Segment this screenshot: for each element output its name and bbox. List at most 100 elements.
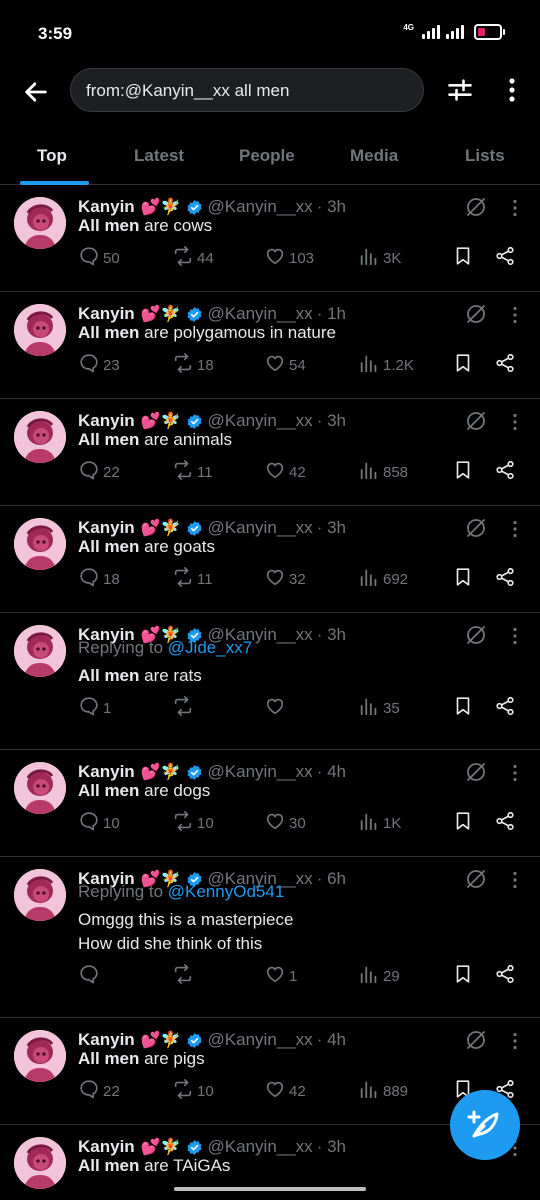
views-button[interactable]: 1K	[358, 810, 401, 836]
tweet[interactable]: Kanyin 💕🧚 @Kanyin__xx · 3h Replying to @Jide…	[0, 613, 540, 750]
avatar[interactable]	[14, 1137, 66, 1189]
share-button[interactable]	[494, 566, 516, 592]
bookmark-button[interactable]	[452, 245, 474, 271]
reply-button[interactable]: 18	[78, 566, 120, 592]
like-button[interactable]: 103	[264, 245, 314, 271]
replying-to-handle[interactable]: @Jide_xx7	[168, 638, 252, 657]
repost-button[interactable]: 18	[172, 352, 214, 378]
tab-media[interactable]: Media	[350, 146, 398, 166]
bookmark-button[interactable]	[452, 459, 474, 485]
bookmark-button[interactable]	[452, 695, 474, 721]
like-button[interactable]: 42	[264, 1078, 306, 1104]
share-button[interactable]	[494, 810, 516, 836]
post-time: · 3h	[316, 197, 346, 216]
grok-icon[interactable]	[464, 1028, 488, 1052]
back-arrow-icon[interactable]	[22, 78, 50, 106]
views-button[interactable]: 889	[358, 1078, 408, 1104]
views-button[interactable]: 29	[358, 963, 400, 989]
like-count: 30	[289, 814, 306, 832]
tweet-more-icon[interactable]	[512, 520, 518, 538]
tab-top[interactable]: Top	[37, 146, 67, 166]
tweet-more-icon[interactable]	[512, 199, 518, 217]
tweet-body: are cows	[144, 216, 213, 235]
tweet-more-icon[interactable]	[512, 627, 518, 645]
views-button[interactable]: 3K	[358, 245, 401, 271]
tab-people[interactable]: People	[239, 146, 295, 166]
repost-button[interactable]	[172, 695, 197, 721]
avatar[interactable]	[14, 197, 66, 249]
reply-button[interactable]	[78, 963, 103, 989]
compose-post-button[interactable]	[450, 1090, 520, 1160]
avatar[interactable]	[14, 411, 66, 463]
tweet[interactable]: Kanyin 💕🧚 @Kanyin__xx · 3h All men are cows 5…	[0, 185, 540, 292]
bookmark-button[interactable]	[452, 566, 474, 592]
tweet-text: All men are cows	[78, 214, 212, 238]
tab-latest[interactable]: Latest	[134, 146, 184, 166]
tweet[interactable]: Kanyin 💕🧚 @Kanyin__xx · 3h All men are goats…	[0, 506, 540, 613]
like-button[interactable]	[264, 695, 289, 721]
repost-button[interactable]: 11	[172, 566, 213, 592]
filter-icon[interactable]	[446, 76, 474, 104]
replying-to-handle[interactable]: @KennyOd541	[168, 882, 285, 901]
tweet-more-icon[interactable]	[512, 764, 518, 782]
reply-button[interactable]: 22	[78, 459, 120, 485]
avatar[interactable]	[14, 762, 66, 814]
view-count: 692	[383, 570, 409, 588]
reply-button[interactable]: 50	[78, 245, 120, 271]
grok-icon[interactable]	[464, 516, 488, 540]
tweet[interactable]: Kanyin 💕🧚 @Kanyin__xx · 6h Replying to @Kenn…	[0, 857, 540, 1018]
verified-badge-icon	[187, 520, 202, 536]
avatar[interactable]	[14, 869, 66, 921]
tweet[interactable]: Kanyin 💕🧚 @Kanyin__xx · 4h All men are dogs 1…	[0, 750, 540, 857]
repost-button[interactable]: 11	[172, 459, 213, 485]
tweet[interactable]: Kanyin 💕🧚 @Kanyin__xx · 1h All men are polyg…	[0, 292, 540, 399]
grok-icon[interactable]	[464, 760, 488, 784]
share-button[interactable]	[494, 459, 516, 485]
tweet-more-icon[interactable]	[512, 1032, 518, 1050]
tweet-more-icon[interactable]	[512, 413, 518, 431]
avatar[interactable]	[14, 1030, 66, 1082]
reply-button[interactable]: 22	[78, 1078, 120, 1104]
grok-icon[interactable]	[464, 195, 488, 219]
like-button[interactable]: 30	[264, 810, 306, 836]
search-input[interactable]: from:@Kanyin__xx all men	[70, 68, 424, 112]
repost-button[interactable]: 10	[172, 810, 214, 836]
tweet[interactable]: Kanyin 💕🧚 @Kanyin__xx · 3h All men are anima…	[0, 399, 540, 506]
bookmark-button[interactable]	[452, 963, 474, 989]
share-button[interactable]	[494, 963, 516, 989]
share-button[interactable]	[494, 352, 516, 378]
grok-icon[interactable]	[464, 409, 488, 433]
like-button[interactable]: 54	[264, 352, 306, 378]
like-button[interactable]: 32	[264, 566, 306, 592]
views-button[interactable]: 35	[358, 695, 400, 721]
tab-lists[interactable]: Lists	[465, 146, 505, 166]
bookmark-button[interactable]	[452, 352, 474, 378]
views-button[interactable]: 858	[358, 459, 408, 485]
share-button[interactable]	[494, 245, 516, 271]
repost-button[interactable]: 44	[172, 245, 214, 271]
views-button[interactable]: 692	[358, 566, 408, 592]
like-button[interactable]: 1	[264, 963, 297, 989]
bookmark-button[interactable]	[452, 810, 474, 836]
tweet-text-line: How did she think of this	[78, 934, 263, 953]
tweet-more-icon[interactable]	[512, 306, 518, 324]
tweet-more-icon[interactable]	[512, 871, 518, 889]
reply-button[interactable]: 1	[78, 695, 111, 721]
grok-icon[interactable]	[464, 867, 488, 891]
repost-icon	[172, 352, 194, 378]
more-options-icon[interactable]	[500, 76, 524, 104]
grok-icon[interactable]	[464, 623, 488, 647]
avatar[interactable]	[14, 625, 66, 677]
repost-button[interactable]	[172, 963, 197, 989]
grok-icon[interactable]	[464, 302, 488, 326]
repost-button[interactable]: 10	[172, 1078, 214, 1104]
reply-button[interactable]: 23	[78, 352, 120, 378]
share-button[interactable]	[494, 695, 516, 721]
like-button[interactable]: 42	[264, 459, 306, 485]
repost-icon	[172, 1078, 194, 1104]
avatar[interactable]	[14, 518, 66, 570]
avatar[interactable]	[14, 304, 66, 356]
tweet-body: are dogs	[144, 781, 211, 800]
views-button[interactable]: 1.2K	[358, 352, 414, 378]
reply-button[interactable]: 10	[78, 810, 120, 836]
